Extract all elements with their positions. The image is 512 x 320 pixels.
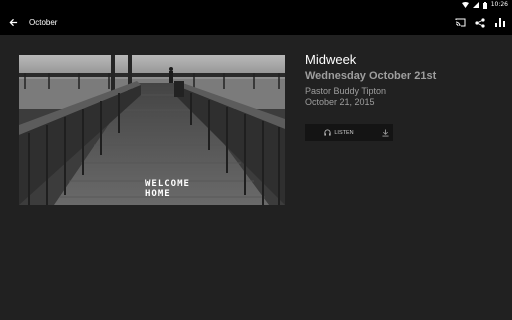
message-title: Wednesday October 21st xyxy=(305,70,437,82)
share-icon xyxy=(475,17,485,28)
status-time: 10:26 xyxy=(490,1,508,8)
toolbar-title: October xyxy=(29,18,58,27)
listen-label: LISTEN xyxy=(334,129,354,136)
message-info: Midweek Wednesday October 21st Pastor Bu… xyxy=(305,52,436,108)
status-bar: 10:26 xyxy=(0,0,512,10)
arrow-left-icon xyxy=(8,18,17,26)
series-name: Midweek xyxy=(305,52,357,67)
message-artwork: WELCOME HOME xyxy=(19,55,285,205)
cast-button[interactable] xyxy=(452,15,468,31)
stats-button[interactable] xyxy=(492,15,508,31)
bar-chart-icon xyxy=(495,18,505,27)
cast-icon xyxy=(455,18,465,27)
signal-icon xyxy=(472,2,479,8)
message-date: October 21, 2015 xyxy=(305,97,375,107)
battery-icon xyxy=(482,1,487,9)
share-button[interactable] xyxy=(472,15,488,31)
toolbar-actions xyxy=(452,10,508,35)
listen-button[interactable]: LISTEN xyxy=(305,124,373,141)
speaker-name: Pastor Buddy Tipton xyxy=(305,86,387,96)
headphones-icon xyxy=(324,129,331,136)
media-actions: LISTEN xyxy=(305,124,393,141)
wifi-icon xyxy=(461,2,469,8)
download-button[interactable] xyxy=(377,124,393,141)
download-icon xyxy=(381,129,389,136)
artwork-overlay-text: WELCOME HOME xyxy=(145,179,190,199)
status-icons: 10:26 xyxy=(461,0,508,10)
app-toolbar: October xyxy=(0,10,512,35)
back-button[interactable] xyxy=(4,12,22,32)
